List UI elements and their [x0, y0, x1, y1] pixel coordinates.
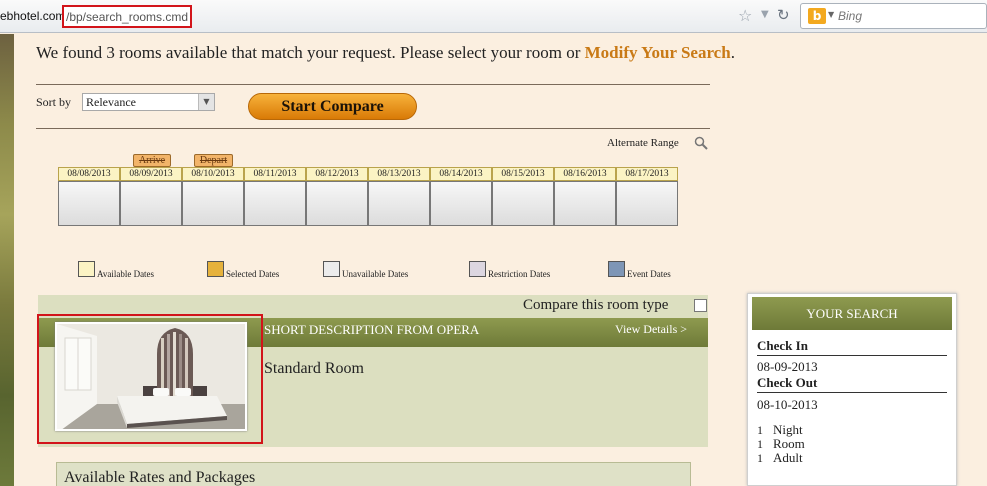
compare-room-type-label: Compare this room type	[523, 297, 669, 313]
legend-swatch	[323, 261, 340, 277]
room-name: Standard Room	[264, 360, 364, 377]
url-host[interactable]: ebhotel.com	[0, 9, 65, 23]
date-label: 08/14/2013	[430, 167, 492, 181]
depart-tag: Depart	[194, 154, 233, 167]
reload-icon[interactable]: ↻	[777, 6, 790, 24]
date-column[interactable]: 08/13/2013	[368, 167, 430, 226]
check-in-label: Check In	[757, 338, 808, 353]
nights-label: Night	[773, 422, 803, 437]
date-cell[interactable]	[244, 181, 306, 226]
date-column[interactable]: 08/14/2013	[430, 167, 492, 226]
check-out-divider	[757, 392, 947, 393]
arrive-tag: Arrive	[133, 154, 171, 167]
date-label: 08/08/2013	[58, 167, 120, 181]
check-out-value: 08-10-2013	[757, 397, 818, 412]
date-label: 08/12/2013	[306, 167, 368, 181]
date-label: 08/11/2013	[244, 167, 306, 181]
date-cell[interactable]	[554, 181, 616, 226]
url-dropdown-icon[interactable]: ▼	[761, 9, 769, 20]
search-engine-dropdown-icon[interactable]: ▼	[828, 10, 834, 19]
sort-by-label: Sort by	[36, 95, 72, 109]
divider-top	[36, 84, 710, 85]
date-column[interactable]: 08/12/2013	[306, 167, 368, 226]
url-path-highlight[interactable]: /bp/search_rooms.cmd	[62, 5, 192, 28]
legend-label: Selected Dates	[226, 269, 280, 279]
legend-label: Available Dates	[97, 269, 155, 279]
results-summary-text: We found 3 rooms available that match yo…	[36, 43, 581, 62]
date-label: 08/09/2013	[120, 167, 182, 181]
date-cell[interactable]	[58, 181, 120, 226]
date-cell[interactable]	[616, 181, 678, 226]
available-rates-heading: Available Rates and Packages	[64, 469, 256, 486]
date-cell[interactable]	[430, 181, 492, 226]
results-summary: We found 3 rooms available that match yo…	[36, 43, 735, 63]
legend-label: Restriction Dates	[488, 269, 551, 279]
legend-label: Unavailable Dates	[342, 269, 409, 279]
date-cell[interactable]	[368, 181, 430, 226]
magnifier-icon[interactable]	[694, 136, 708, 150]
compare-room-checkbox[interactable]	[694, 299, 707, 312]
date-column[interactable]: 08/17/2013	[616, 167, 678, 226]
date-calendar: 08/08/2013 08/09/2013 08/10/2013 08/11/2…	[58, 167, 679, 226]
background-edge-image	[0, 34, 14, 486]
modify-search-link[interactable]: Modify Your Search	[585, 43, 731, 62]
results-summary-period: .	[730, 43, 735, 62]
room-short-description: SHORT DESCRIPTION FROM OPERA	[264, 322, 480, 337]
date-cell[interactable]	[182, 181, 244, 226]
date-column[interactable]: 08/15/2013	[492, 167, 554, 226]
legend-label: Event Dates	[627, 269, 671, 279]
browser-search-box[interactable]: b ▼ Bing	[800, 3, 987, 29]
bedroom-image	[57, 324, 245, 429]
date-cell[interactable]	[492, 181, 554, 226]
alternate-range-link[interactable]: Alternate Range	[607, 137, 679, 149]
adults-count: 1	[757, 451, 763, 465]
room-photo[interactable]	[55, 322, 247, 431]
search-engine-placeholder: Bing	[838, 9, 863, 23]
browser-toolbar: ebhotel.com /bp/search_rooms.cmd ☆ ▼ ↻ b…	[0, 0, 987, 33]
date-label: 08/13/2013	[368, 167, 430, 181]
adults-label: Adult	[773, 450, 803, 465]
date-column[interactable]: 08/09/2013	[120, 167, 182, 226]
adults-summary: 1 Adult	[757, 450, 803, 466]
date-column[interactable]: 08/08/2013	[58, 167, 120, 226]
rooms-label: Room	[773, 436, 805, 451]
check-in-value: 08-09-2013	[757, 359, 818, 374]
check-in-divider	[757, 355, 947, 356]
check-out-label: Check Out	[757, 375, 818, 390]
date-cell[interactable]	[120, 181, 182, 226]
legend-swatch	[608, 261, 625, 277]
your-search-title: YOUR SEARCH	[752, 297, 952, 330]
date-label: 08/16/2013	[554, 167, 616, 181]
sort-select[interactable]: Relevance ▼	[82, 93, 215, 111]
date-label: 08/15/2013	[492, 167, 554, 181]
chevron-down-icon[interactable]: ▼	[198, 94, 214, 110]
date-label: 08/10/2013	[182, 167, 244, 181]
date-column[interactable]: 08/16/2013	[554, 167, 616, 226]
date-label: 08/17/2013	[616, 167, 678, 181]
bookmark-star-icon[interactable]: ☆	[738, 6, 752, 25]
date-column[interactable]: 08/10/2013	[182, 167, 244, 226]
view-details-link[interactable]: View Details >	[615, 322, 687, 337]
date-column[interactable]: 08/11/2013	[244, 167, 306, 226]
bing-logo-icon[interactable]: b	[808, 8, 826, 24]
start-compare-button[interactable]: Start Compare	[248, 93, 417, 120]
legend-swatch	[207, 261, 224, 277]
date-cell[interactable]	[306, 181, 368, 226]
legend-swatch	[469, 261, 486, 277]
sort-selected-value: Relevance	[86, 95, 136, 109]
legend-swatch	[78, 261, 95, 277]
divider-bottom	[36, 128, 710, 129]
